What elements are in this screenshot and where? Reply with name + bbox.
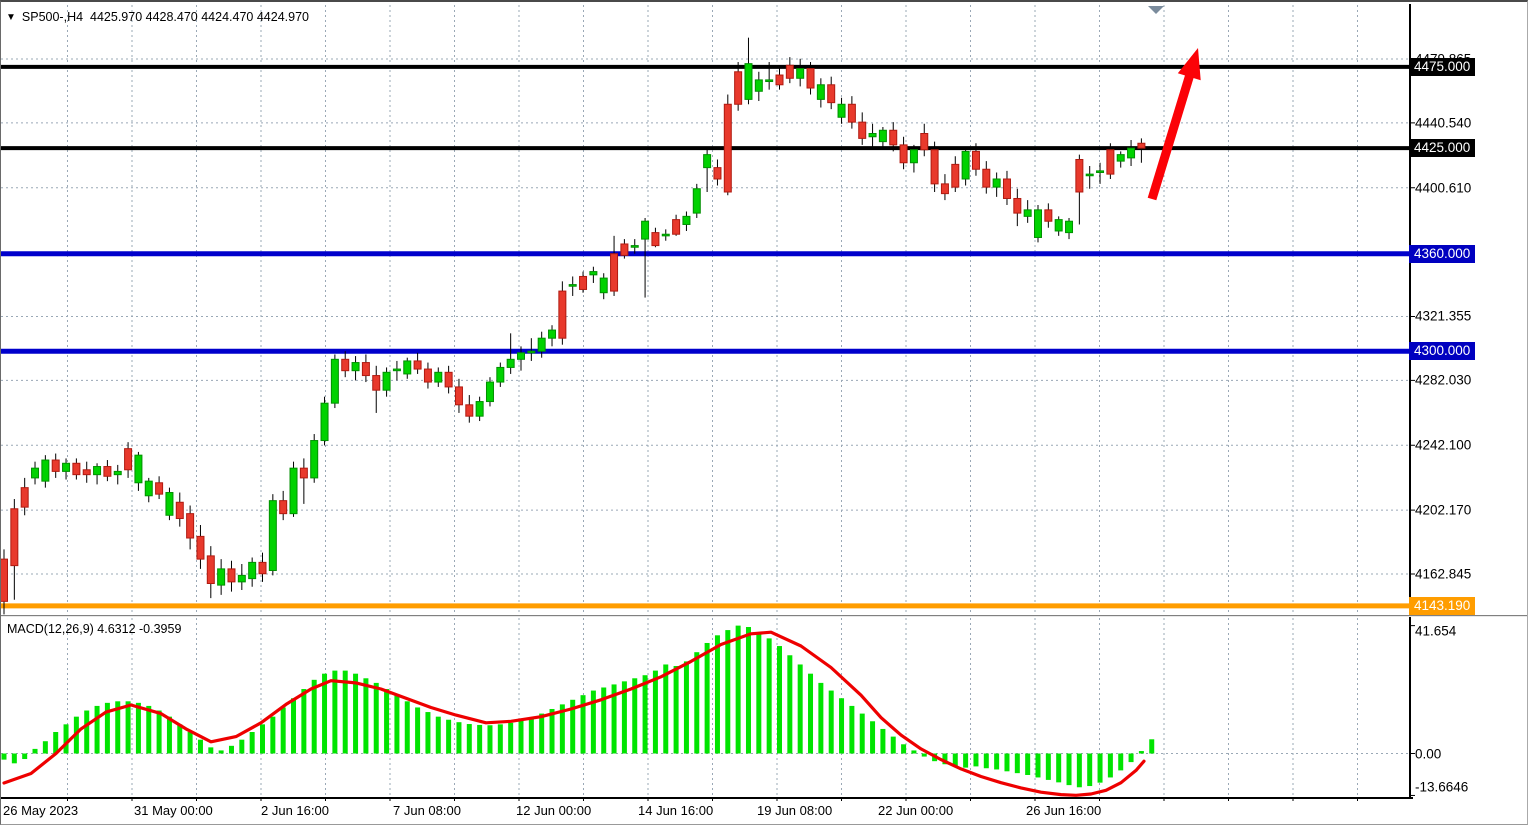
chart-ohlc-readout: ▼ SP500-,H4 4425.970 4428.470 4424.470 44… <box>6 10 309 24</box>
pane-separator[interactable] <box>1 615 1528 617</box>
time-tick-label: 7 Jun 08:00 <box>393 803 461 818</box>
macd-indicator-label: MACD(12,26,9) 4.6312 -0.3959 <box>7 622 181 636</box>
support-resistance-lines[interactable] <box>1 67 1409 606</box>
time-tick-label: 26 Jun 16:00 <box>1026 803 1101 818</box>
price-tick-label: 4282.030 <box>1415 373 1471 388</box>
time-tick-label: 22 Jun 00:00 <box>878 803 953 818</box>
candlestick-series <box>1 38 1145 615</box>
macd-tick-label: -13.6646 <box>1415 780 1468 795</box>
time-tick-label: 26 May 2023 <box>3 803 78 818</box>
price-line-badge: 4425.000 <box>1409 139 1475 157</box>
price-axis-separator <box>1409 4 1411 797</box>
price-pane-gridlines <box>1 5 1409 615</box>
time-tick-label: 12 Jun 00:00 <box>516 803 591 818</box>
symbol-dropdown-icon[interactable]: ▼ <box>6 12 16 23</box>
time-axis-baseline <box>1 797 1413 799</box>
price-tick-label: 4162.845 <box>1415 566 1471 581</box>
price-tick-label: 4202.170 <box>1415 503 1471 518</box>
chart-annotations[interactable] <box>1148 6 1201 199</box>
price-line-badge: 4300.000 <box>1409 342 1475 360</box>
chart-canvas[interactable] <box>1 2 1528 825</box>
trading-chart-window: ▼ SP500-,H4 4425.970 4428.470 4424.470 44… <box>0 0 1528 825</box>
time-tick-label: 2 Jun 16:00 <box>261 803 329 818</box>
price-tick-label: 4321.355 <box>1415 309 1471 324</box>
time-tick-label: 31 May 00:00 <box>134 803 213 818</box>
price-line-badge: 4360.000 <box>1409 245 1475 263</box>
price-line-badge: 4143.190 <box>1409 597 1475 615</box>
symbol-timeframe-label: SP500-,H4 <box>22 10 83 24</box>
time-tick-label: 19 Jun 08:00 <box>757 803 832 818</box>
time-tick-label: 14 Jun 16:00 <box>638 803 713 818</box>
price-line-badge: 4475.000 <box>1409 58 1475 76</box>
scroll-shift-marker-icon[interactable] <box>1148 6 1164 14</box>
trend-arrow[interactable] <box>1152 48 1201 199</box>
price-tick-label: 4242.100 <box>1415 438 1471 453</box>
ohlc-values: 4425.970 4428.470 4424.470 4424.970 <box>90 10 309 24</box>
price-tick-label: 4400.610 <box>1415 180 1471 195</box>
price-tick-label: 4440.540 <box>1415 115 1471 130</box>
macd-tick-label: 41.654 <box>1415 624 1456 639</box>
macd-tick-label: 0.00 <box>1415 746 1441 761</box>
